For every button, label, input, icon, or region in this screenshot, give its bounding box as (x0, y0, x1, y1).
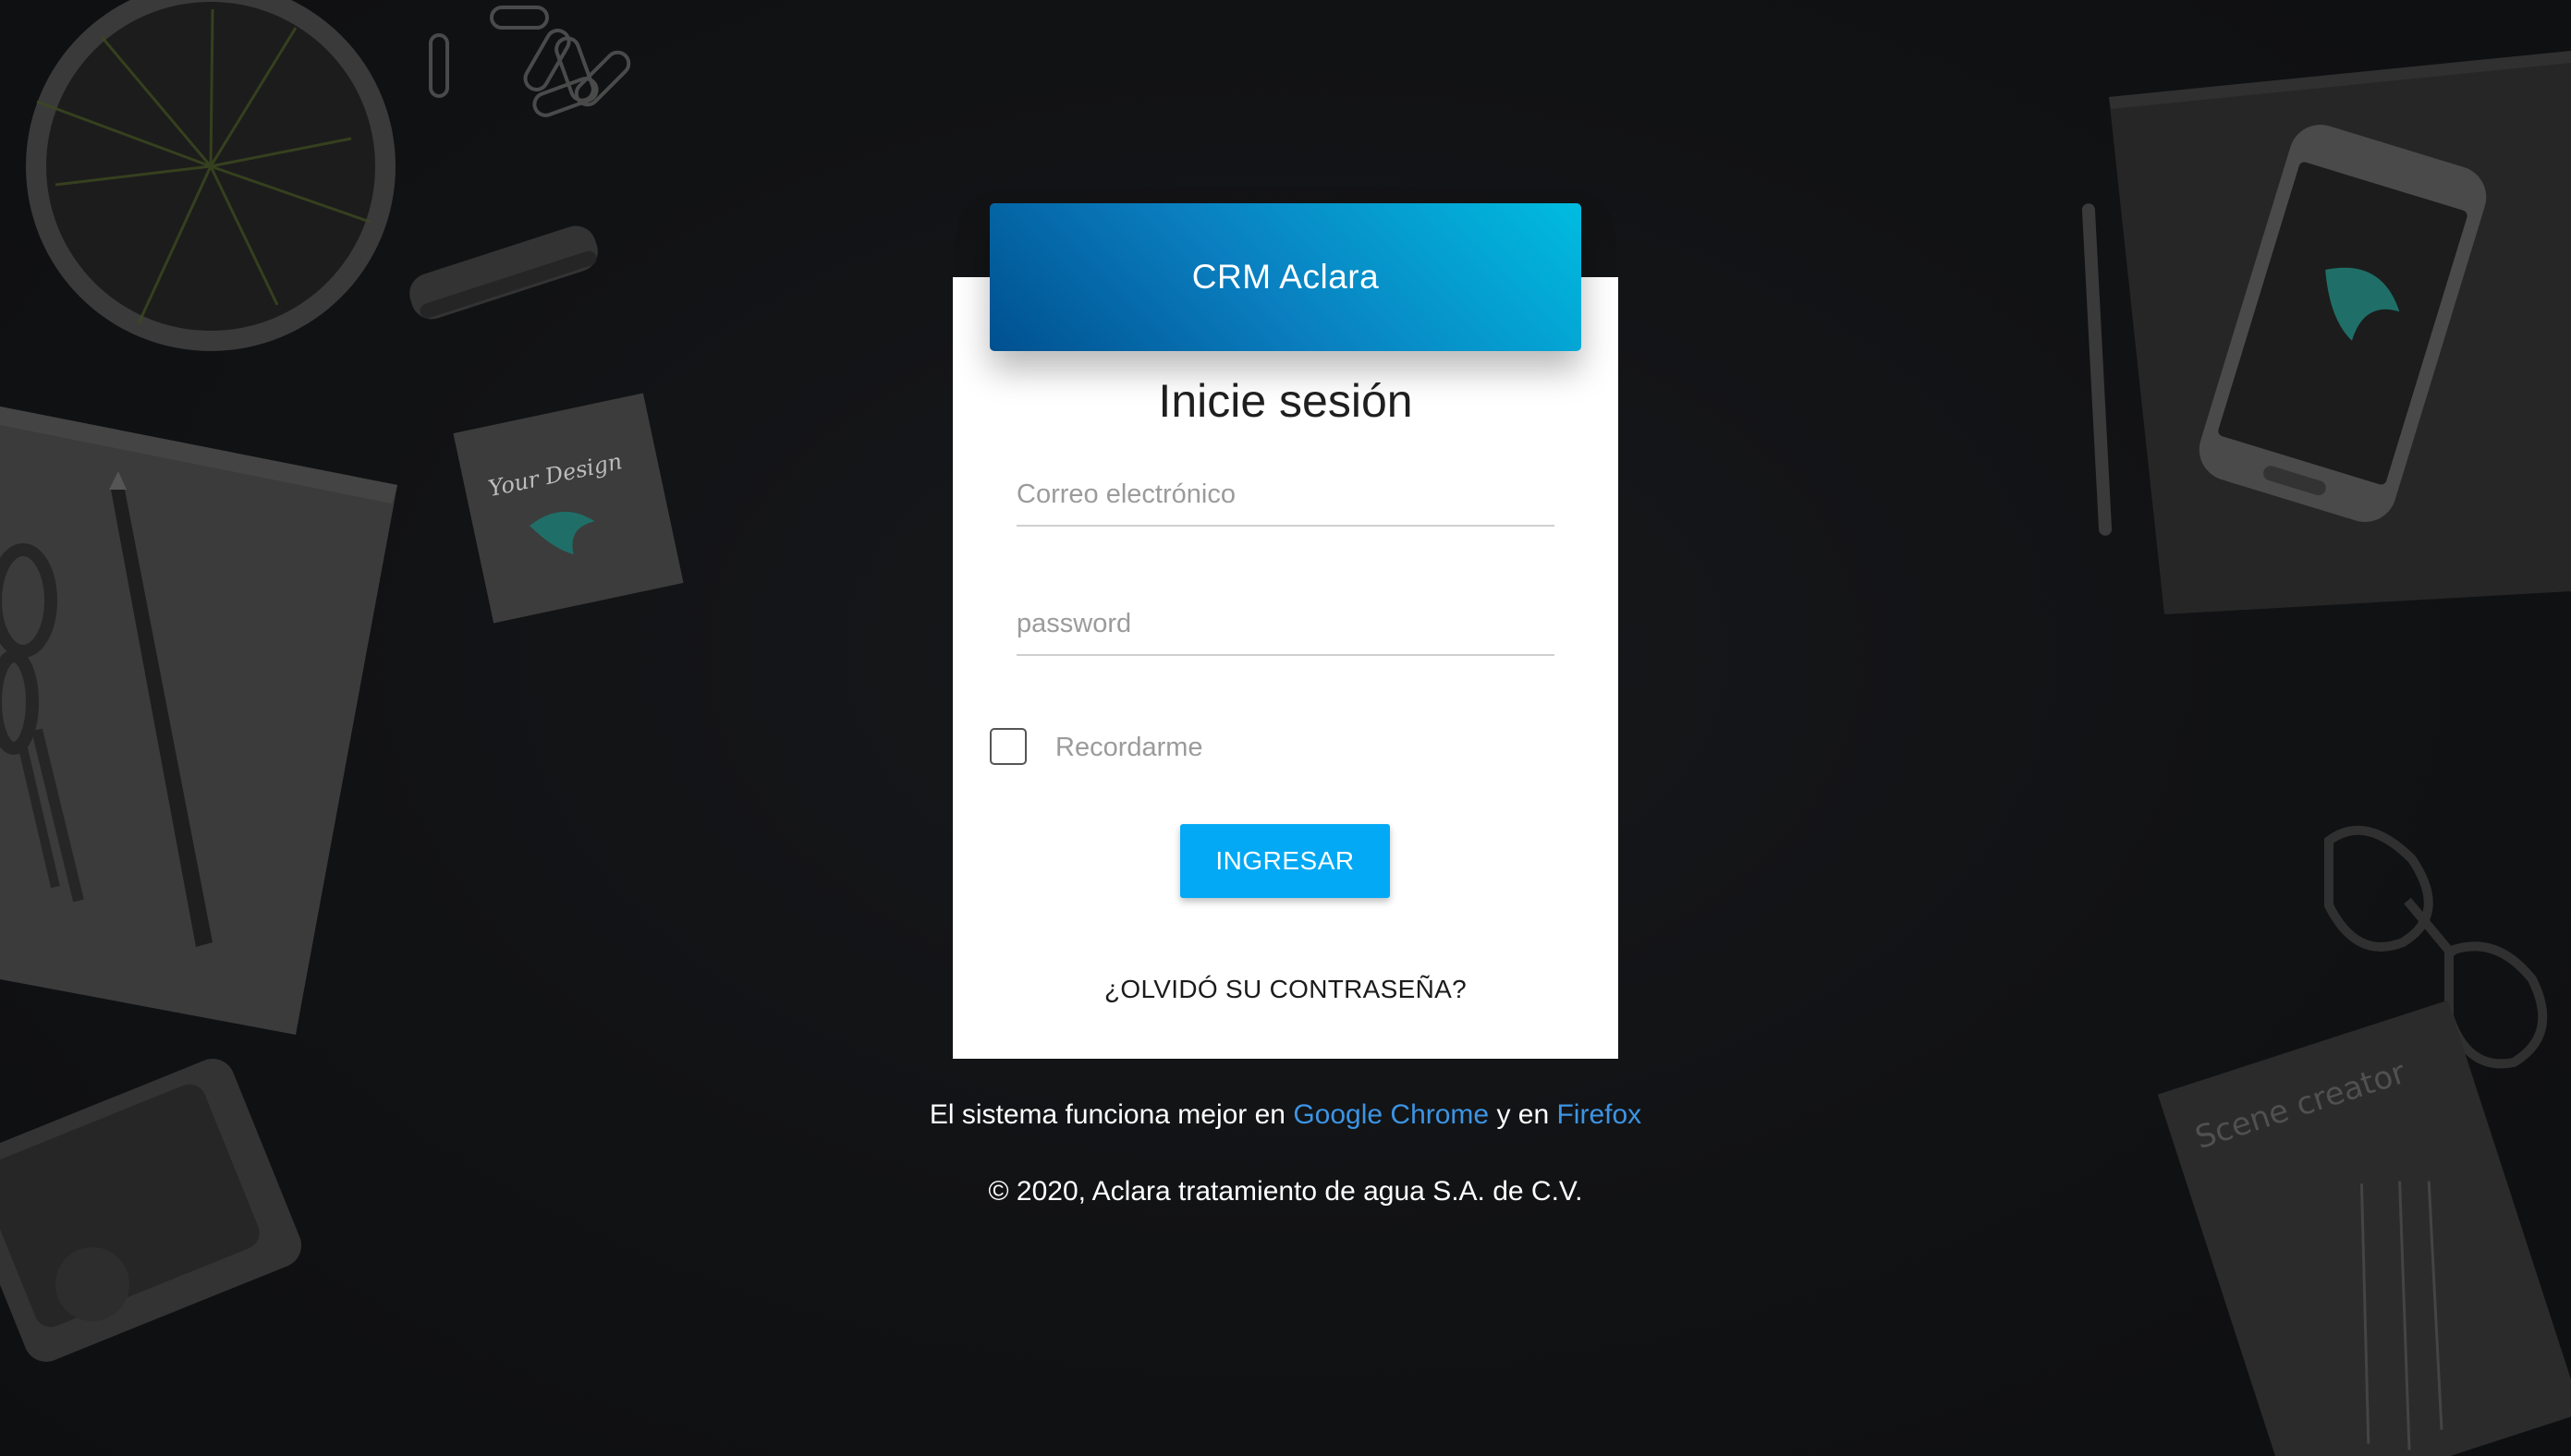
login-page: Your Design Scene creator CRM Aclara Ini… (0, 0, 2571, 1456)
browser-note-prefix: El sistema funciona mejor en (929, 1099, 1294, 1130)
login-heading: Inicie sesión (1158, 375, 1413, 427)
browser-note-middle: y en (1489, 1099, 1557, 1130)
sticky-note-illustration: Your Design (453, 393, 684, 624)
copyright-text: © 2020, Aclara tratamiento de agua S.A. … (988, 1176, 1583, 1207)
book-illustration: Scene creator (2157, 1000, 2571, 1456)
paper-clips-illustration (429, 6, 631, 117)
email-input[interactable] (1017, 471, 1554, 527)
google-chrome-link[interactable]: Google Chrome (1293, 1099, 1489, 1130)
remember-label[interactable]: Recordarme (1055, 733, 1203, 763)
login-button[interactable]: INGRESAR (1180, 824, 1390, 898)
plant-pot-illustration (26, 0, 396, 351)
browser-recommendation: El sistema funciona mejor en Google Chro… (0, 1099, 2571, 1131)
forgot-password-link[interactable]: ¿OLVIDÓ SU CONTRASEÑA? (953, 975, 1618, 1004)
app-title: CRM Aclara (1191, 258, 1380, 296)
card-header: CRM Aclara (990, 203, 1581, 351)
remember-checkbox[interactable] (990, 728, 1027, 765)
firefox-link[interactable]: Firefox (1556, 1099, 1641, 1130)
stapler-illustration (409, 225, 598, 320)
password-input[interactable] (1017, 601, 1554, 656)
